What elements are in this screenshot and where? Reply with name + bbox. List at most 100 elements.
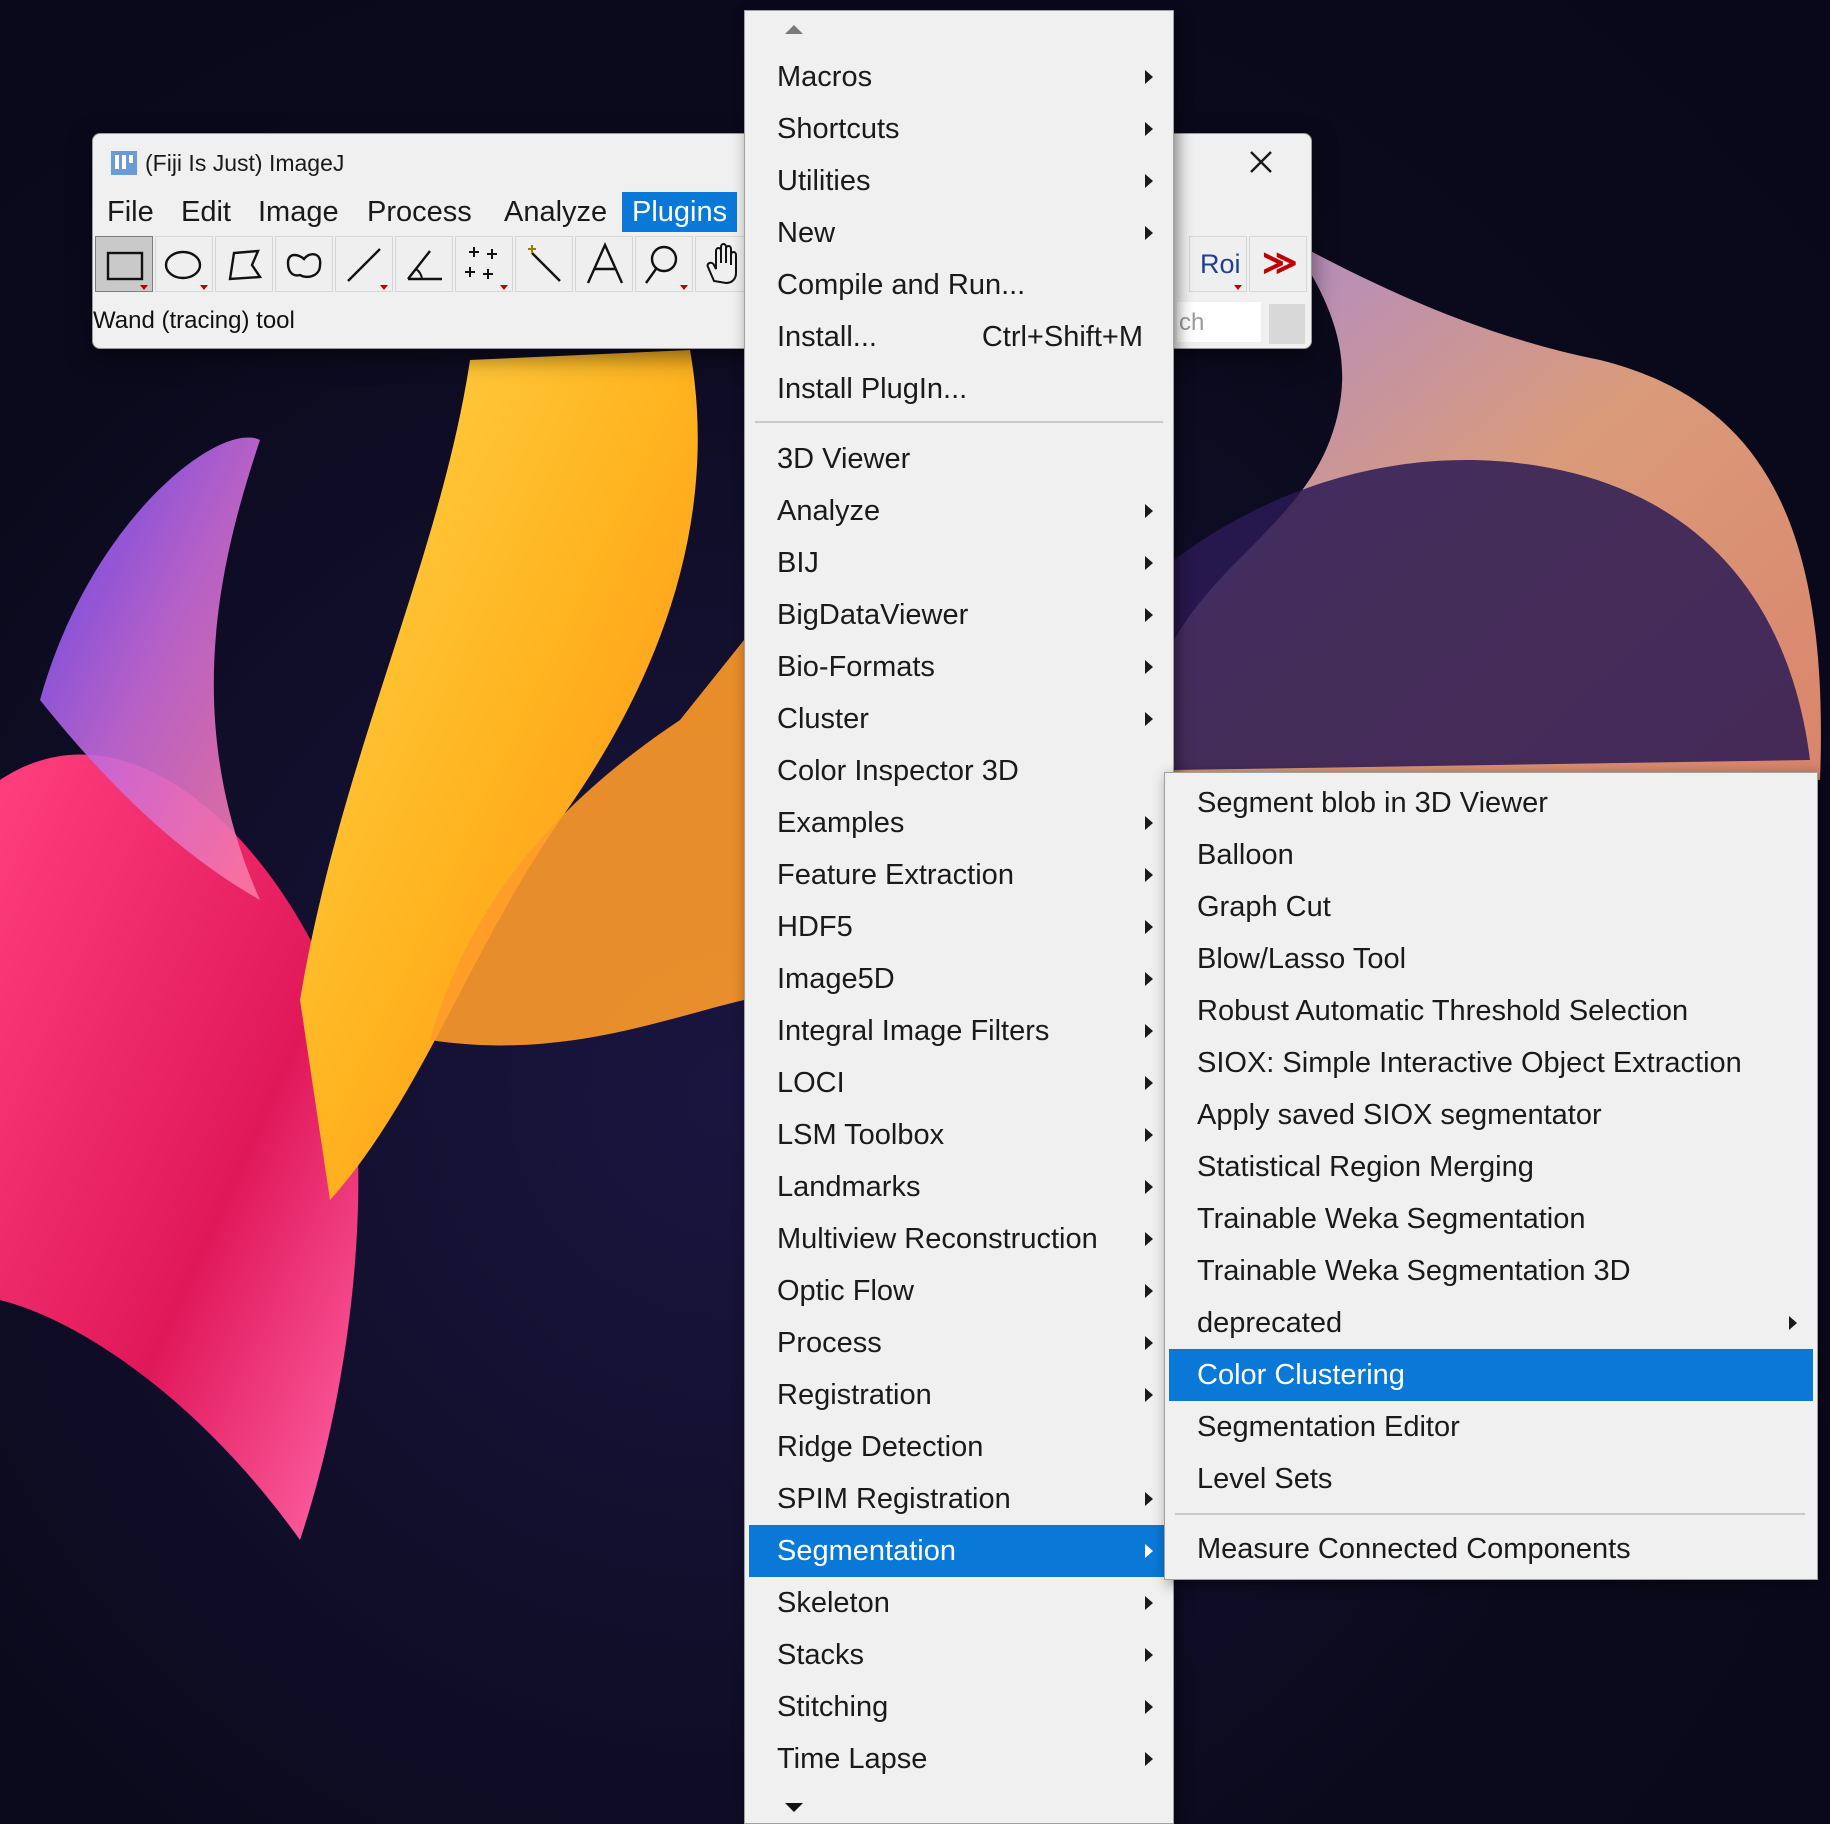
menu-item-stacks[interactable]: Stacks [749,1629,1169,1681]
menu-item-lsm-toolbox[interactable]: LSM Toolbox [749,1109,1169,1161]
menu-item-bij[interactable]: BIJ [749,537,1169,589]
menu-process[interactable]: Process [357,192,482,232]
menu-item-landmarks[interactable]: Landmarks [749,1161,1169,1213]
scroll-down-icon[interactable] [785,1803,803,1812]
menu-item-measure-connected-components[interactable]: Measure Connected Components [1169,1523,1813,1575]
submenu-arrow-icon [1145,972,1153,986]
menu-item-blow-lasso-tool[interactable]: Blow/Lasso Tool [1169,933,1813,985]
menu-item-siox[interactable]: SIOX: Simple Interactive Object Extracti… [1169,1037,1813,1089]
menu-image[interactable]: Image [248,192,349,232]
menu-item-optic-flow[interactable]: Optic Flow [749,1265,1169,1317]
shortcut-label: Ctrl+Shift+M [981,321,1143,353]
submenu-arrow-icon [1145,1284,1153,1298]
menu-item-process[interactable]: Process [749,1317,1169,1369]
segmentation-submenu: Segment blob in 3D Viewer Balloon Graph … [1164,772,1818,1580]
menu-item-image5d[interactable]: Image5D [749,953,1169,1005]
menu-item-macros[interactable]: Macros [749,51,1169,103]
roi-manager-tool[interactable]: Roi [1189,236,1247,292]
menu-item-stitching[interactable]: Stitching [749,1681,1169,1733]
submenu-arrow-icon [1145,1336,1153,1350]
menu-item-bigdataviewer[interactable]: BigDataViewer [749,589,1169,641]
menu-item-new[interactable]: New [749,207,1169,259]
menu-analyze[interactable]: Analyze [494,192,617,232]
submenu-arrow-icon [1145,816,1153,830]
search-options-button[interactable] [1269,304,1305,344]
rectangle-icon [106,251,148,290]
menu-item-skeleton[interactable]: Skeleton [749,1577,1169,1629]
submenu-arrow-icon [1145,1752,1153,1766]
menu-edit[interactable]: Edit [171,192,241,232]
menu-item-feature-extraction[interactable]: Feature Extraction [749,849,1169,901]
wand-icon [528,245,561,282]
text-icon [586,242,624,284]
menu-item-compile-and-run[interactable]: Compile and Run... [749,259,1169,311]
submenu-arrow-icon [1145,174,1153,188]
menu-item-deprecated[interactable]: deprecated [1169,1297,1813,1349]
menu-item-level-sets[interactable]: Level Sets [1169,1453,1813,1505]
submenu-arrow-icon [1789,1316,1797,1330]
multipoint-tool[interactable] [455,236,513,292]
search-placeholder: ch [1179,309,1205,336]
menu-item-color-inspector-3d[interactable]: Color Inspector 3D [749,745,1169,797]
submenu-arrow-icon [1145,712,1153,726]
submenu-arrow-icon [1145,1544,1153,1558]
freehand-tool[interactable] [275,236,333,292]
text-tool[interactable] [575,236,633,292]
menu-item-segmentation-editor[interactable]: Segmentation Editor [1169,1401,1813,1453]
menu-file[interactable]: File [97,192,164,232]
polygon-tool[interactable] [215,236,273,292]
menu-item-cluster[interactable]: Cluster [749,693,1169,745]
line-tool[interactable] [335,236,393,292]
menu-item-hdf5[interactable]: HDF5 [749,901,1169,953]
menu-item-analyze[interactable]: Analyze [749,485,1169,537]
menu-item-examples[interactable]: Examples [749,797,1169,849]
menu-item-multiview-reconstruction[interactable]: Multiview Reconstruction [749,1213,1169,1265]
submenu-arrow-icon [1145,1700,1153,1714]
menu-item-install[interactable]: Install... Ctrl+Shift+M [749,311,1169,363]
menu-item-utilities[interactable]: Utilities [749,155,1169,207]
angle-tool[interactable] [395,236,453,292]
polygon-icon [228,249,263,281]
menu-item-registration[interactable]: Registration [749,1369,1169,1421]
menu-plugins[interactable]: Plugins [622,192,738,232]
menu-item-robust-automatic-threshold-selection[interactable]: Robust Automatic Threshold Selection [1169,985,1813,1037]
menu-item-balloon[interactable]: Balloon [1169,829,1813,881]
menu-item-loci[interactable]: LOCI [749,1057,1169,1109]
scroll-up-icon[interactable] [785,25,803,34]
angle-icon [407,250,442,281]
plugins-menu: Macros Shortcuts Utilities New Compile a… [744,10,1174,1824]
menu-item-ridge-detection[interactable]: Ridge Detection [749,1421,1169,1473]
menu-item-bio-formats[interactable]: Bio-Formats [749,641,1169,693]
close-icon [1250,151,1272,173]
menu-item-install-plugin[interactable]: Install PlugIn... [749,363,1169,415]
menu-item-segmentation[interactable]: Segmentation [749,1525,1169,1577]
submenu-arrow-icon [1145,226,1153,240]
submenu-arrow-icon [1145,1180,1153,1194]
magnifier-tool[interactable] [635,236,693,292]
freehand-icon [286,253,322,279]
dropdown-indicator-icon [1234,285,1242,290]
submenu-arrow-icon [1145,608,1153,622]
menu-item-3d-viewer[interactable]: 3D Viewer [749,433,1169,485]
menu-item-spim-registration[interactable]: SPIM Registration [749,1473,1169,1525]
close-button[interactable] [1211,134,1311,190]
more-tools-icon: ≫ [1262,244,1298,282]
multipoint-icon [465,247,508,290]
submenu-arrow-icon [1145,1024,1153,1038]
rectangle-tool[interactable] [95,236,153,292]
menu-item-segment-blob-in-3d-viewer[interactable]: Segment blob in 3D Viewer [1169,777,1813,829]
menu-item-trainable-weka-segmentation-3d[interactable]: Trainable Weka Segmentation 3D [1169,1245,1813,1297]
menu-item-integral-image-filters[interactable]: Integral Image Filters [749,1005,1169,1057]
menu-item-time-lapse[interactable]: Time Lapse [749,1733,1169,1785]
menu-item-shortcuts[interactable]: Shortcuts [749,103,1169,155]
menu-item-statistical-region-merging[interactable]: Statistical Region Merging [1169,1141,1813,1193]
submenu-arrow-icon [1145,1648,1153,1662]
menu-item-trainable-weka-segmentation[interactable]: Trainable Weka Segmentation [1169,1193,1813,1245]
more-tools-button[interactable]: ≫ [1249,236,1307,292]
menu-item-color-clustering[interactable]: Color Clustering [1169,1349,1813,1401]
menu-item-apply-saved-siox-segmentator[interactable]: Apply saved SIOX segmentator [1169,1089,1813,1141]
oval-tool[interactable] [155,236,213,292]
menu-item-graph-cut[interactable]: Graph Cut [1169,881,1813,933]
wand-tool[interactable] [515,236,573,292]
menu-separator [755,421,1163,423]
